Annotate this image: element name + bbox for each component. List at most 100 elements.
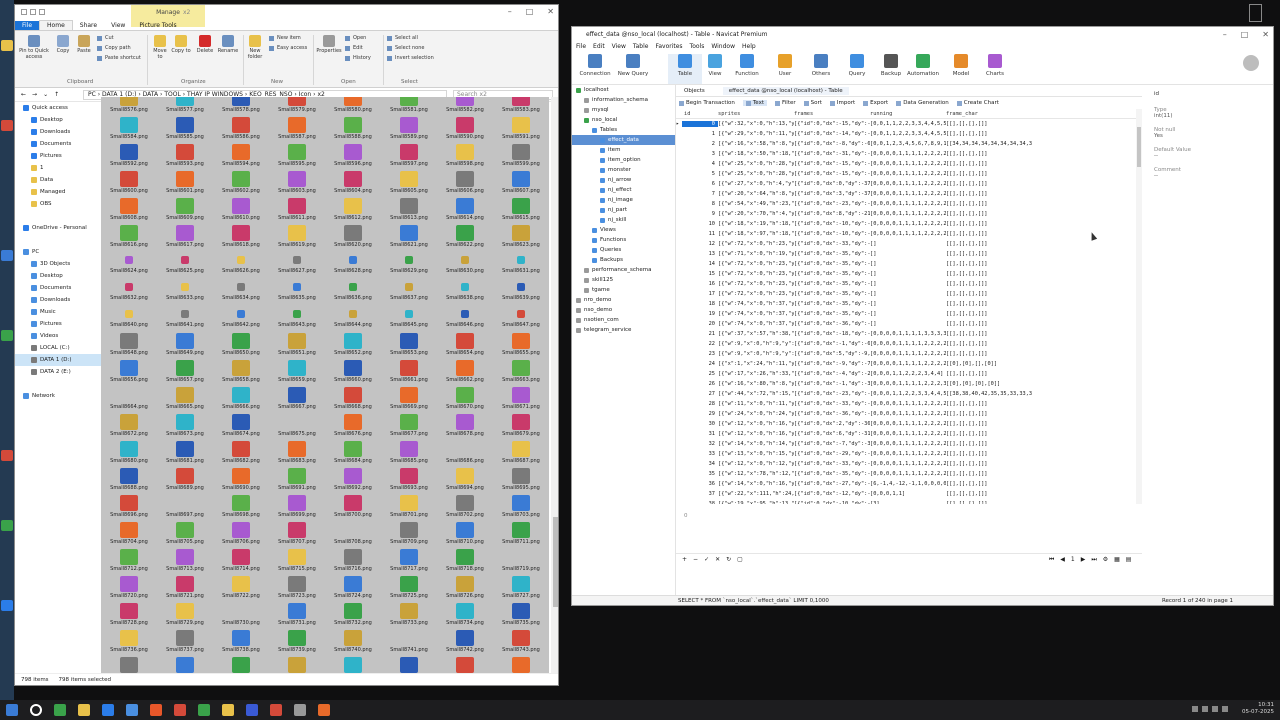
cell-sprites[interactable]: [{"w":72,"x":0,"h":23,"y":0,": [718, 281, 794, 287]
file-item[interactable]: Small8647.png: [493, 305, 549, 332]
cell-frame_char[interactable]: [[],[],[],[]]: [946, 261, 1142, 267]
data-grid-scrollbar[interactable]: [1136, 109, 1142, 504]
file-item[interactable]: Small8631.png: [493, 251, 549, 278]
cell-frames[interactable]: [{"id":0,"dx":-23,"dy":-12,"o: [794, 391, 870, 397]
table-row[interactable]: 8[{"w":54,"x":49,"h":23,"y":0,[{"id":0,"…: [676, 199, 1142, 209]
tree-node[interactable]: item_option: [572, 155, 675, 165]
cell-frame_char[interactable]: [[],[],[],[]]: [946, 271, 1142, 277]
maximize-icon[interactable]: □: [526, 7, 534, 16]
next-page-icon[interactable]: ▶: [1081, 556, 1086, 563]
cell-running[interactable]: [0,0,0,0,1,1,1,1,2,2,2,3,3,4,4,5,5,6,6,: [870, 381, 946, 387]
cell-running[interactable]: [0,0,0,0,1,1,1,1,2,2,2,2,3,3,3,3,: [870, 171, 946, 177]
tab-file[interactable]: File: [15, 21, 40, 30]
cell-frames[interactable]: [{"id":0,"dx":-35,"dy":-94,"o: [794, 301, 870, 307]
tree-node[interactable]: mysql: [572, 105, 675, 115]
file-item[interactable]: Small8716.png: [325, 548, 381, 575]
cell-running[interactable]: [0,0,0,0,1,1,1,1,2,2,2,2,3,3,3,3,: [870, 231, 946, 237]
cell-id[interactable]: 29: [682, 411, 718, 417]
file-item[interactable]: Small8582.png: [437, 97, 493, 116]
file-item[interactable]: Small8633.png: [157, 278, 213, 305]
cell-running[interactable]: []: [870, 271, 946, 277]
recent-icon[interactable]: ⌄: [43, 91, 48, 98]
file-item[interactable]: Small8742.png: [437, 629, 493, 656]
file-item[interactable]: Small8643.png: [269, 305, 325, 332]
cell-frame_char[interactable]: [[],[],[],[]]: [946, 461, 1142, 467]
invert-selection-button[interactable]: Invert selection: [387, 55, 434, 61]
file-item[interactable]: Small8595.png: [269, 143, 325, 170]
quick-access-toolbar[interactable]: [21, 9, 45, 15]
nav-item[interactable]: Pictures: [15, 318, 101, 330]
file-item[interactable]: Small8576.png: [101, 97, 157, 116]
nav-item[interactable]: DATA 2 (E:): [15, 366, 101, 378]
cell-running[interactable]: []: [870, 251, 946, 257]
cell-running[interactable]: [0,0,0,0,1,1,1,1,2,2,2,2,3,3,3,3,: [870, 411, 946, 417]
file-item[interactable]: Small8719.png: [493, 548, 549, 575]
cell-frame_char[interactable]: [[],[],[],[]]: [946, 441, 1142, 447]
file-item[interactable]: Small8734.png: [437, 602, 493, 629]
file-item[interactable]: Small8726.png: [437, 575, 493, 602]
cell-frames[interactable]: [{"id":0,"dx":-1,"dy":-6,"onT: [794, 341, 870, 347]
file-item[interactable]: Small8636.png: [325, 278, 381, 305]
file-item[interactable]: Small8587.png: [269, 116, 325, 143]
nav-item[interactable]: Managed: [15, 186, 101, 198]
file-item[interactable]: Small8596.png: [325, 143, 381, 170]
cell-id[interactable]: 7: [682, 191, 718, 197]
cell-id[interactable]: 33: [682, 451, 718, 457]
cell-id[interactable]: 12: [682, 241, 718, 247]
file-item[interactable]: Small8675.png: [269, 413, 325, 440]
file-item[interactable]: Small8605.png: [381, 170, 437, 197]
cell-id[interactable]: 16: [682, 281, 718, 287]
tab-picture-tools[interactable]: Picture Tools: [132, 21, 183, 30]
cell-sprites[interactable]: [{"w":17,"x":26,"h":33,"y":13: [718, 371, 794, 377]
cell-frames[interactable]: [{"id":0,"dx":-35,"dy":-94,"o: [794, 271, 870, 277]
tree-node[interactable]: skill125: [572, 275, 675, 285]
cell-frames[interactable]: [{"id":0,"dx":-10,"dy":-48,"o: [794, 231, 870, 237]
page-number[interactable]: 1: [1071, 556, 1075, 563]
new-item-button[interactable]: New item: [269, 35, 301, 41]
file-item[interactable]: Small8670.png: [437, 386, 493, 413]
cell-sprites[interactable]: [{"w":12,"x":78,"h":12,"y":0,: [718, 471, 794, 477]
file-item[interactable]: Small8597.png: [381, 143, 437, 170]
file-item[interactable]: Small8699.png: [269, 494, 325, 521]
file-item[interactable]: Small8685.png: [381, 440, 437, 467]
cell-frame_char[interactable]: [[],[],[],[]]: [946, 161, 1142, 167]
file-item[interactable]: Small8680.png: [101, 440, 157, 467]
cell-frame_char[interactable]: [[],[],[],[]]: [946, 151, 1142, 157]
desktop-shortcut-icon[interactable]: [1, 600, 13, 611]
cell-frames[interactable]: [{"id":0,"dx":0,"dy":-37,"onT: [794, 181, 870, 187]
tree-node[interactable]: localhost: [572, 85, 675, 95]
cell-id[interactable]: 30: [682, 421, 718, 427]
file-item[interactable]: Small8667.png: [269, 386, 325, 413]
cell-frames[interactable]: [{"id":0,"dx":-35,"dy":-94,"o: [794, 291, 870, 297]
cell-id[interactable]: 6: [682, 181, 718, 187]
cell-frames[interactable]: [{"id":0,"dx":-8,"dy":-6,"onT: [794, 141, 870, 147]
table-row[interactable]: 37[{"w":22,"x":111,"h":24,"y":5[{"id":0,…: [676, 489, 1142, 499]
nav-item[interactable]: Desktop: [15, 114, 101, 126]
cell-id[interactable]: 8: [682, 201, 718, 207]
cell-id[interactable]: 32: [682, 441, 718, 447]
file-item[interactable]: Small8646.png: [437, 305, 493, 332]
file-item[interactable]: Small8648.png: [101, 332, 157, 359]
cell-frame_char[interactable]: [[],[],[],[]]: [946, 281, 1142, 287]
column-header-sprites[interactable]: sprites: [718, 111, 794, 117]
file-item[interactable]: Small8677.png: [381, 413, 437, 440]
cell-frame_char[interactable]: [[],[],[],[]]: [946, 121, 1142, 127]
cell-sprites[interactable]: [{"w":12,"x":0,"h":16,"y":0,"i: [718, 421, 794, 427]
file-item[interactable]: Small8584.png: [101, 116, 157, 143]
maximize-icon[interactable]: □: [1241, 30, 1249, 39]
file-item[interactable]: Small8701.png: [381, 494, 437, 521]
first-page-icon[interactable]: ⏮: [1049, 556, 1054, 564]
taskbar-app-icon[interactable]: [294, 704, 306, 716]
file-item[interactable]: Small8579.png: [269, 97, 325, 116]
subtool-data-generation-button[interactable]: Data Generation: [896, 100, 949, 106]
file-item[interactable]: Small8715.png: [269, 548, 325, 575]
cell-frames[interactable]: [{"id":0,"dx":-4,"dy":-24,"onT: [794, 371, 870, 377]
cell-frame_char[interactable]: [[],[],[],[]]: [946, 171, 1142, 177]
file-item[interactable]: Small8672.png: [101, 413, 157, 440]
tree-node[interactable]: nj_part: [572, 205, 675, 215]
file-item[interactable]: Small8710.png: [437, 521, 493, 548]
desktop-shortcut-icon[interactable]: [1, 250, 13, 261]
file-item[interactable]: Small8738.png: [213, 629, 269, 656]
cell-id[interactable]: 27: [682, 391, 718, 397]
cell-running[interactable]: [0,0,0,0,1,1,1,1,2,2,2,2,3,3,3,3,4,: [870, 211, 946, 217]
